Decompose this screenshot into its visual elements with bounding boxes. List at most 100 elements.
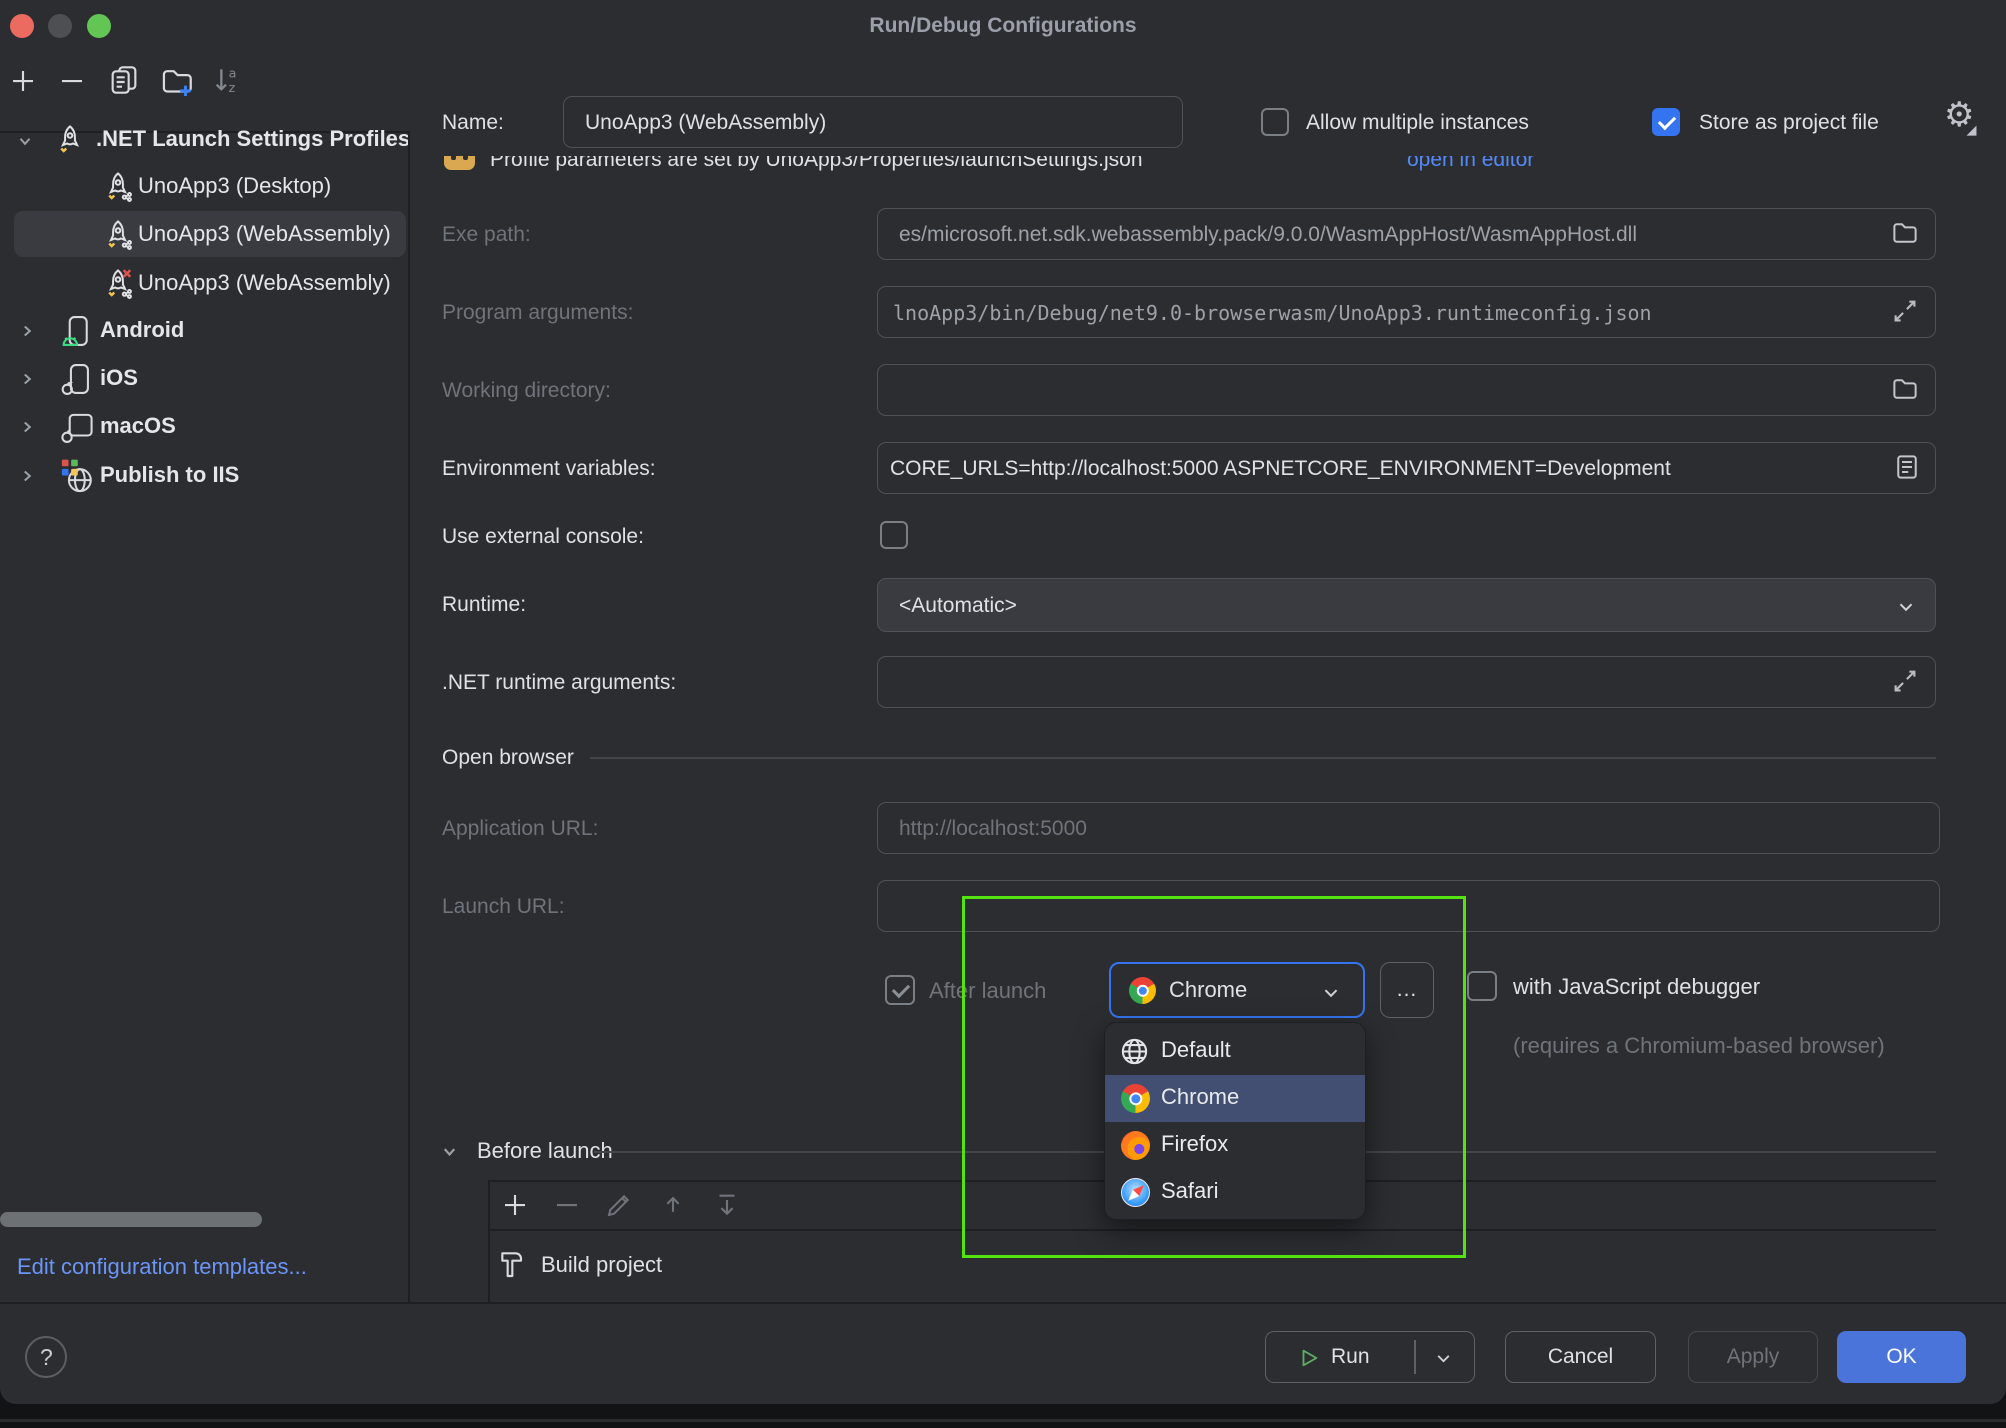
name-label: Name:: [442, 109, 504, 136]
rocket-config-error-icon: [102, 268, 134, 300]
js-debugger-note: (requires a Chromium-based browser): [1513, 1032, 1885, 1059]
tree-row-ios[interactable]: iOS: [0, 355, 409, 402]
tree-row-unoapp3-webassembly-selected[interactable]: UnoApp3 (WebAssembly): [0, 211, 409, 258]
application-url-label: Application URL:: [442, 815, 598, 842]
tree-item-label: macOS: [100, 412, 176, 440]
name-input-value: UnoApp3 (WebAssembly): [585, 109, 826, 136]
sidebar-horizontal-scrollbar[interactable]: [0, 1212, 262, 1227]
add-task-button[interactable]: [500, 1190, 530, 1220]
gear-icon[interactable]: ⚙◢: [1944, 98, 1984, 139]
tree-item-label: .NET Launch Settings Profiles: [96, 125, 409, 153]
hammer-icon: [497, 1248, 529, 1280]
runtime-select-value: <Automatic>: [899, 592, 1017, 619]
help-button[interactable]: ?: [25, 1336, 67, 1378]
with-js-debugger-label: with JavaScript debugger: [1513, 973, 1760, 1000]
desktop-backdrop: [0, 1404, 2006, 1428]
sort-alphabetically-icon[interactable]: a z: [212, 64, 244, 96]
chevron-down-icon[interactable]: [440, 1142, 459, 1161]
application-url-value: http://localhost:5000: [899, 815, 1087, 842]
working-directory-label: Working directory:: [442, 377, 611, 404]
tree-row-macos[interactable]: macOS: [0, 403, 409, 450]
use-external-console-label: Use external console:: [442, 523, 644, 550]
tree-item-label: Android: [100, 316, 184, 344]
warning-text: Profile parameters are set by UnoApp3/Pr…: [490, 156, 1143, 173]
warning-icon: [444, 156, 475, 170]
store-as-project-file-checkbox[interactable]: [1652, 108, 1680, 136]
remove-task-button[interactable]: [552, 1190, 582, 1220]
rocket-config-icon: [102, 171, 134, 203]
after-launch-checkbox[interactable]: [885, 975, 915, 1005]
tree-item-label: Publish to IIS: [100, 461, 239, 489]
chevron-down-icon[interactable]: [1896, 597, 1916, 617]
help-button-label: ?: [40, 1344, 53, 1371]
svg-text:z: z: [229, 80, 236, 95]
edit-task-pencil-icon[interactable]: [604, 1190, 634, 1220]
exe-path-label: Exe path:: [442, 221, 531, 248]
annotation-highlight-rectangle: [962, 896, 1466, 1258]
program-arguments-label: Program arguments:: [442, 299, 633, 326]
copy-configuration-icon[interactable]: [108, 64, 140, 96]
before-launch-task-label: Build project: [541, 1251, 662, 1278]
ok-button[interactable]: OK: [1837, 1331, 1966, 1383]
store-as-project-file-label: Store as project file: [1699, 109, 1879, 136]
run-split-divider: [1414, 1340, 1416, 1374]
remove-configuration-button[interactable]: [57, 66, 87, 96]
tree-row-android[interactable]: Android: [0, 307, 409, 354]
folder-icon[interactable]: [1890, 218, 1920, 248]
open-in-editor-link[interactable]: open in editor: [1407, 156, 1534, 173]
tree-row-publish-to-iis[interactable]: Publish to IIS: [0, 452, 409, 499]
environment-variables-label: Environment variables:: [442, 455, 656, 482]
environment-variables-value: CORE_URLS=http://localhost:5000 ASPNETCO…: [890, 455, 1671, 482]
tree-item-label: iOS: [100, 364, 138, 392]
move-up-icon[interactable]: [658, 1190, 688, 1220]
tree-row-root[interactable]: .NET Launch Settings Profiles: [0, 116, 409, 163]
tree-row-unoapp3-webassembly-error[interactable]: UnoApp3 (WebAssembly): [0, 260, 409, 307]
tree-item-label: UnoApp3 (WebAssembly): [138, 269, 391, 297]
edit-configuration-templates-link[interactable]: Edit configuration templates...: [17, 1253, 307, 1280]
launch-url-label: Launch URL:: [442, 893, 565, 920]
folder-icon[interactable]: [1890, 374, 1920, 404]
play-icon: [1298, 1347, 1320, 1369]
expand-icon[interactable]: [1890, 666, 1920, 696]
before-launch-section-label: Before launch: [477, 1137, 613, 1164]
runtime-label: Runtime:: [442, 591, 526, 618]
run-button[interactable]: Run: [1265, 1331, 1475, 1383]
ios-phone-icon: [60, 362, 94, 396]
chevron-right-icon[interactable]: [18, 322, 36, 340]
sidebar: a z .NET Launch Settings Profiles: [0, 0, 409, 1303]
runtime-select[interactable]: [877, 578, 1936, 632]
screenshot-root: Run/Debug Configurations: [0, 0, 2006, 1428]
mac-display-icon: [60, 410, 94, 444]
run-button-label: Run: [1331, 1345, 1370, 1369]
chevron-right-icon[interactable]: [18, 370, 36, 388]
tree-row-unoapp3-desktop[interactable]: UnoApp3 (Desktop): [0, 163, 409, 210]
android-phone-icon: [60, 314, 94, 348]
move-down-icon[interactable]: [712, 1190, 742, 1220]
allow-multiple-instances-checkbox[interactable]: [1261, 108, 1289, 136]
open-browser-section-label: Open browser: [442, 744, 574, 771]
list-icon[interactable]: [1892, 452, 1922, 482]
warning-row-clip: Profile parameters are set by UnoApp3/Pr…: [430, 156, 1570, 192]
net-runtime-arguments-label: .NET runtime arguments:: [442, 669, 676, 696]
chevron-right-icon[interactable]: [18, 418, 36, 436]
expand-icon[interactable]: [1890, 296, 1920, 326]
open-browser-section-line: [590, 757, 1936, 759]
rocket-config-icon: [54, 124, 86, 156]
use-external-console-checkbox[interactable]: [880, 521, 908, 549]
footer-separator: [0, 1302, 2006, 1304]
chevron-down-icon[interactable]: [16, 132, 34, 150]
net-runtime-arguments-input[interactable]: [877, 656, 1936, 708]
with-js-debugger-checkbox[interactable]: [1467, 971, 1497, 1001]
backdrop-window-edge: [0, 1419, 2006, 1422]
chevron-down-icon[interactable]: [1434, 1349, 1453, 1368]
cancel-button[interactable]: Cancel: [1505, 1331, 1656, 1383]
program-arguments-value: lnoApp3/bin/Debug/net9.0-browserwasm/Uno…: [893, 300, 1652, 327]
working-directory-input[interactable]: [877, 364, 1936, 416]
tree-item-label: UnoApp3 (Desktop): [138, 172, 331, 200]
add-configuration-button[interactable]: [8, 66, 38, 96]
new-folder-icon[interactable]: [160, 64, 194, 98]
apply-button[interactable]: Apply: [1688, 1331, 1818, 1383]
svg-text:a: a: [229, 65, 237, 80]
sidebar-border: [408, 131, 410, 1303]
chevron-right-icon[interactable]: [18, 467, 36, 485]
